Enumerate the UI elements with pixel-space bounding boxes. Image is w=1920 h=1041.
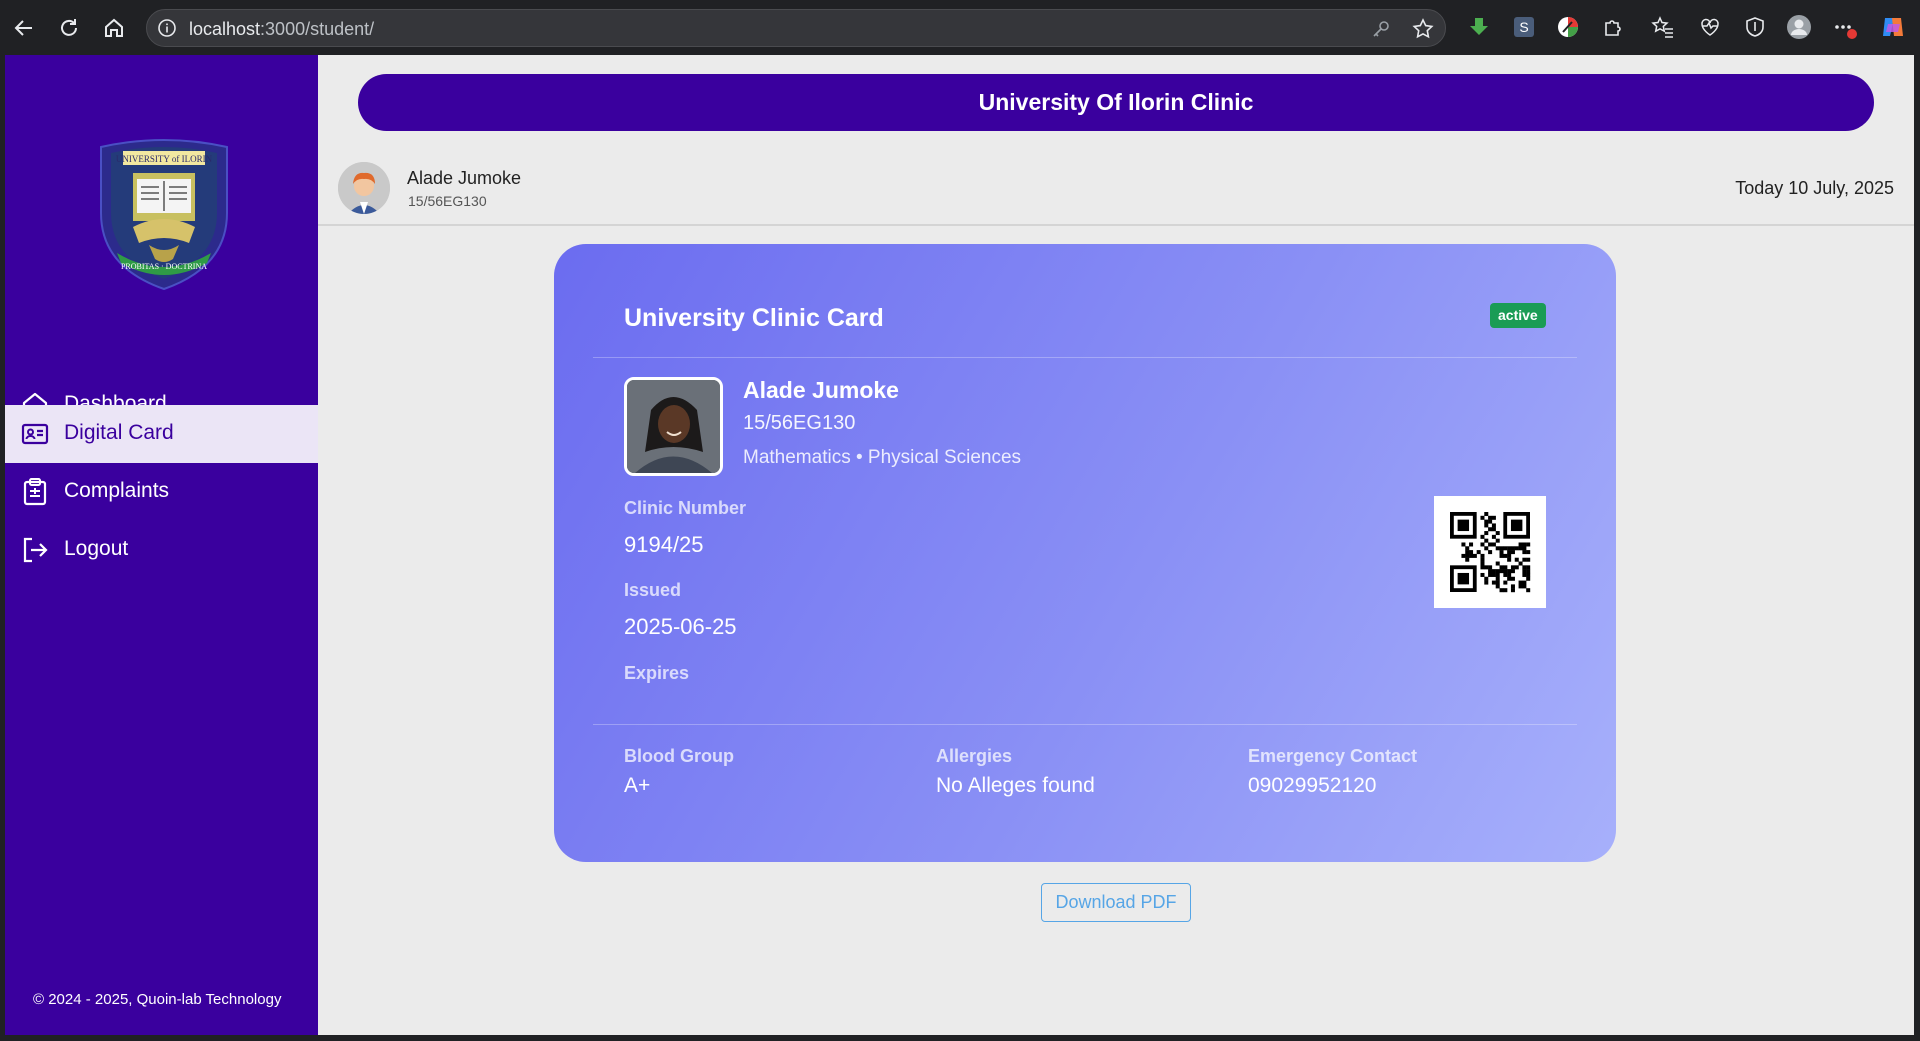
logout-icon: [23, 537, 48, 563]
heart-pulse-icon: [1701, 18, 1719, 36]
university-crest-icon: UNIVERSITY of ILORIN PROBITAS · DOCTRINA: [100, 139, 228, 291]
clinic-card: University Clinic Card active Alade Jumo…: [554, 244, 1616, 862]
sidebar-item-logout[interactable]: Logout: [5, 521, 318, 578]
sidebar-item-digital-card[interactable]: Digital Card: [5, 405, 318, 463]
qr-code-icon: [1450, 512, 1531, 593]
url-host: localhost: [189, 19, 261, 39]
status-badge: active: [1490, 303, 1546, 328]
user-avatar-icon: [338, 162, 390, 214]
issued-value: 2025-06-25: [624, 614, 737, 639]
home-button[interactable]: [100, 14, 128, 42]
svg-text:UNIVERSITY of ILORIN: UNIVERSITY of ILORIN: [116, 154, 213, 164]
download-pdf-button[interactable]: Download PDF: [1041, 883, 1191, 922]
allergies-label: Allergies: [936, 746, 1013, 766]
issued-label: Issued: [624, 580, 682, 600]
download-extension-button[interactable]: [1466, 14, 1492, 40]
reload-button[interactable]: [55, 14, 83, 42]
blood-group-label: Blood Group: [624, 746, 734, 766]
current-date: Today 10 July, 2025: [1735, 178, 1894, 198]
student-portrait-icon: [627, 380, 720, 473]
emergency-contact-value: 09029952120: [1248, 774, 1377, 797]
sidebar-item-label: Digital Card: [64, 421, 174, 444]
download-arrow-icon: [1470, 18, 1488, 35]
profile-avatar-icon: [1787, 15, 1811, 39]
clipboard-icon: [23, 478, 47, 506]
s-extension-icon: S: [1514, 17, 1534, 37]
back-arrow-icon: [14, 20, 32, 36]
sidebar-item-label: Complaints: [64, 479, 170, 502]
card-divider-bottom: [593, 724, 1577, 725]
student-matric: 15/56EG130: [743, 412, 856, 434]
back-button[interactable]: [10, 14, 38, 42]
svg-text:S: S: [1519, 19, 1528, 35]
blood-group-value: A+: [624, 774, 651, 797]
home-icon: [105, 18, 123, 37]
key-icon[interactable]: [1369, 17, 1393, 41]
shield-icon: [1746, 17, 1764, 37]
url-path: :3000/student/: [260, 19, 375, 39]
star-list-icon: [1651, 16, 1673, 38]
browser-toolbar: localhost:3000/student/ S: [0, 0, 1920, 55]
security-button[interactable]: [1742, 14, 1768, 40]
page-header: University Of Ilorin Clinic: [358, 74, 1874, 131]
avatar[interactable]: [338, 162, 390, 214]
card-divider-top: [593, 357, 1577, 358]
profile-button[interactable]: [1786, 14, 1812, 40]
s-extension-button[interactable]: S: [1511, 14, 1537, 40]
site-info-icon[interactable]: [157, 18, 177, 38]
id-card-icon: [21, 423, 49, 445]
health-button[interactable]: [1697, 14, 1723, 40]
extensions-button[interactable]: [1600, 14, 1626, 40]
color-wheel-icon: [1558, 17, 1578, 37]
expires-label: Expires: [624, 663, 690, 683]
user-id: 15/56EG130: [408, 193, 487, 209]
user-info-bar: Alade Jumoke 15/56EG130 Today 10 July, 2…: [318, 150, 1914, 226]
university-logo: UNIVERSITY of ILORIN PROBITAS · DOCTRINA: [93, 135, 235, 291]
clinic-number-label: Clinic Number: [624, 498, 747, 518]
settings-more-button[interactable]: [1832, 14, 1858, 40]
student-department: Mathematics • Physical Sciences: [743, 447, 1022, 468]
sidebar-footer-copyright: © 2024 - 2025, Quoin-lab Technology: [33, 991, 282, 1008]
emergency-contact-label: Emergency Contact: [1248, 746, 1418, 766]
url-text[interactable]: localhost:3000/student/: [189, 19, 374, 40]
svg-text:PROBITAS · DOCTRINA: PROBITAS · DOCTRINA: [121, 262, 207, 271]
address-bar[interactable]: localhost:3000/student/: [146, 9, 1446, 47]
reload-icon: [61, 19, 77, 36]
copilot-button[interactable]: [1880, 14, 1906, 40]
puzzle-icon: [1605, 20, 1621, 36]
color-picker-extension-button[interactable]: [1555, 14, 1581, 40]
qr-code: [1434, 496, 1546, 608]
user-name: Alade Jumoke: [407, 168, 522, 188]
student-photo: [624, 377, 723, 476]
sidebar-item-label: Logout: [64, 537, 129, 560]
copilot-icon: [1883, 18, 1903, 36]
page-viewport: UNIVERSITY of ILORIN PROBITAS · DOCTRINA…: [5, 55, 1914, 1035]
favorites-button[interactable]: [1650, 14, 1676, 40]
student-name: Alade Jumoke: [743, 377, 899, 403]
allergies-value: No Alleges found: [936, 774, 1095, 797]
bookmark-star-icon[interactable]: [1411, 17, 1435, 41]
sidebar: UNIVERSITY of ILORIN PROBITAS · DOCTRINA…: [5, 55, 318, 1035]
more-dots-icon: [1835, 25, 1857, 39]
page-title: University Of Ilorin Clinic: [978, 89, 1254, 115]
sidebar-item-complaints[interactable]: Complaints: [5, 463, 318, 520]
clinic-number-value: 9194/25: [624, 532, 704, 557]
card-title: University Clinic Card: [624, 304, 884, 332]
